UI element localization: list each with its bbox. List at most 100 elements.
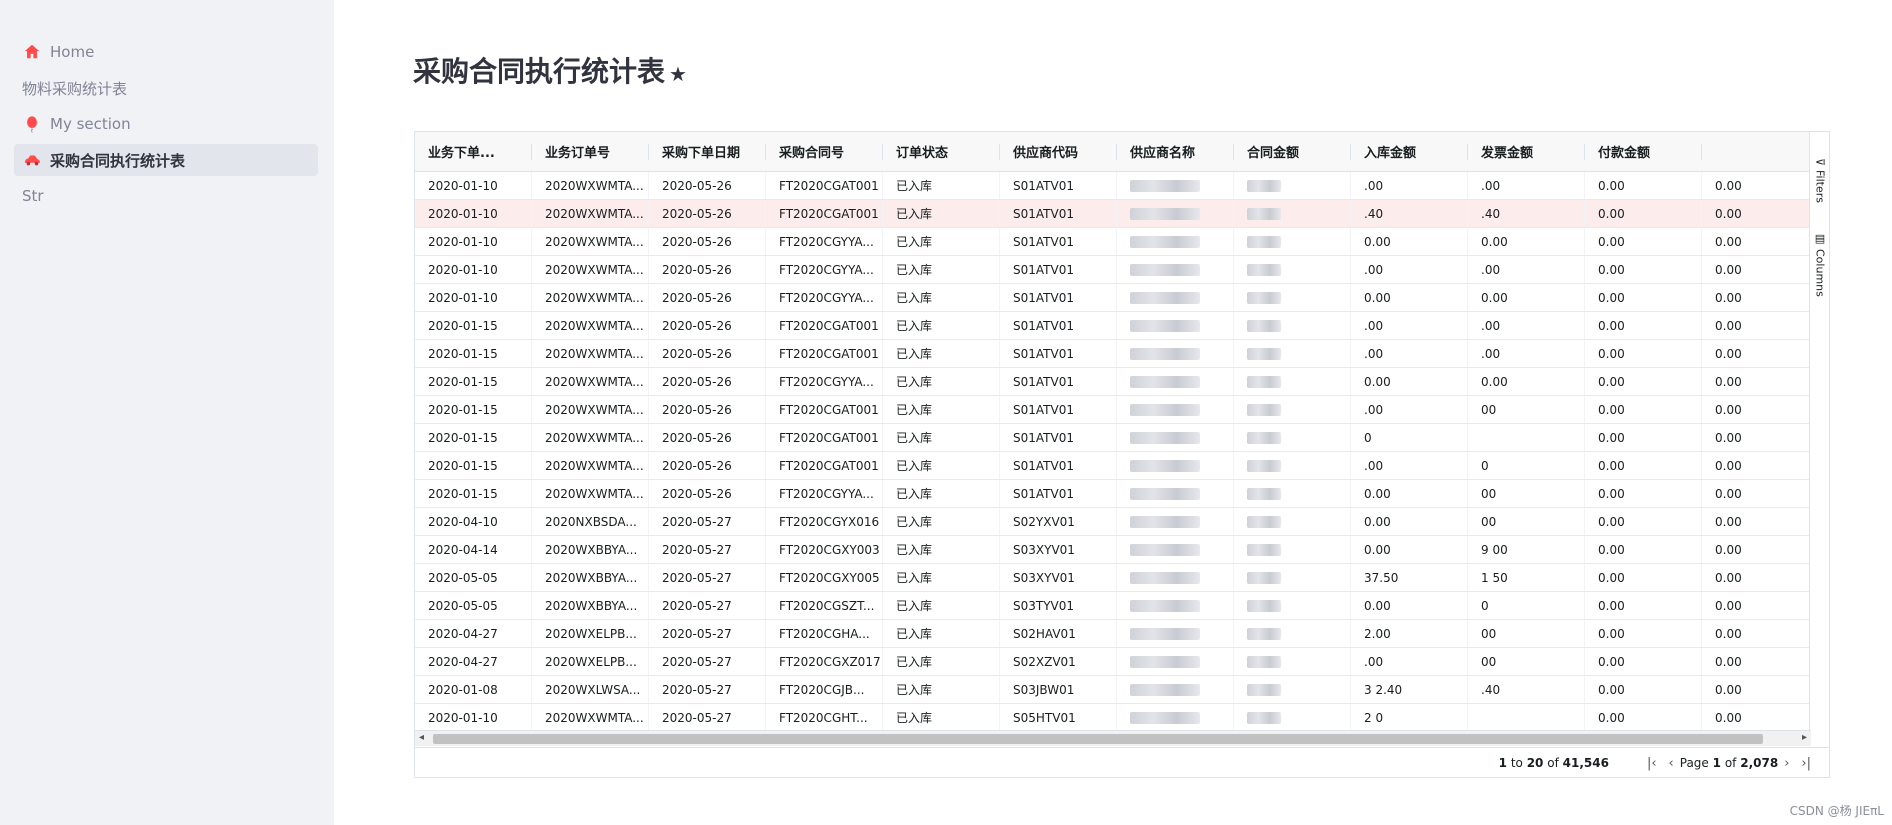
table-cell: 2020-05-27 xyxy=(649,592,766,619)
nav-item-material-purchase[interactable]: 物料采购统计表 xyxy=(14,72,318,104)
table-cell: 2020-01-10 xyxy=(415,256,532,283)
grid-body: 业务下单... 业务订单号 采购下单日期 采购合同号 订单状态 供应商代码 供应商名称 合同金… xyxy=(415,132,1811,730)
redacted-text xyxy=(1247,683,1281,696)
table-row[interactable]: 2020-01-15 2020WXWMTA... 2020-05-26 FT2020C… xyxy=(415,480,1811,508)
column-header[interactable] xyxy=(1702,132,1811,171)
columns-label: Columns xyxy=(1813,249,1827,297)
table-cell: 已入库 xyxy=(883,256,1000,283)
table-row[interactable]: 2020-01-15 2020WXWMTA... 2020-05-26 FT2020C… xyxy=(415,368,1811,396)
table-row[interactable]: 2020-01-15 2020WXWMTA... 2020-05-26 FT2020C… xyxy=(415,424,1811,452)
table-cell: 2020-01-15 xyxy=(415,396,532,423)
nav-item-label: 采购合同执行统计表 xyxy=(50,151,186,170)
table-row[interactable]: 2020-04-10 2020NXBSDA... 2020-05-27 FT2020C… xyxy=(415,508,1811,536)
table-cell: 0.00 xyxy=(1585,704,1702,730)
first-page-icon[interactable]: |‹ xyxy=(1647,756,1657,771)
table-cell: FT2020CGYX016 xyxy=(766,508,883,535)
table-cell: 0.00 xyxy=(1702,228,1811,255)
table-cell xyxy=(1234,452,1351,479)
table-cell: FT2020CGHA... xyxy=(766,620,883,647)
column-header[interactable]: 供应商名称 xyxy=(1117,132,1234,171)
table-cell xyxy=(1234,620,1351,647)
table-cell xyxy=(1234,396,1351,423)
column-header[interactable]: 采购下单日期 xyxy=(649,132,766,171)
table-row[interactable]: 2020-05-05 2020WXBBYA... 2020-05-27 FT2020C… xyxy=(415,564,1811,592)
table-cell: 已入库 xyxy=(883,536,1000,563)
table-cell: FT2020CGYYA... xyxy=(766,480,883,507)
column-header[interactable]: 入库金额 xyxy=(1351,132,1468,171)
table-cell xyxy=(1234,312,1351,339)
column-header[interactable]: 订单状态 xyxy=(883,132,1000,171)
table-cell: 2020-05-26 xyxy=(649,312,766,339)
nav-item-home[interactable]: Home xyxy=(14,36,318,68)
table-row[interactable]: 2020-01-10 2020WXWMTA... 2020-05-27 FT2020C… xyxy=(415,704,1811,730)
table-row[interactable]: 2020-01-10 2020WXWMTA... 2020-05-26 FT2020C… xyxy=(415,228,1811,256)
table-cell xyxy=(1117,340,1234,367)
table-row[interactable]: 2020-01-10 2020WXWMTA... 2020-05-26 FT2020C… xyxy=(415,284,1811,312)
table-cell: 2020WXWMTA... xyxy=(532,396,649,423)
table-row[interactable]: 2020-01-10 2020WXWMTA... 2020-05-26 FT2020C… xyxy=(415,172,1811,200)
table-row[interactable]: 2020-05-05 2020WXBBYA... 2020-05-27 FT2020C… xyxy=(415,592,1811,620)
table-cell: S02HAV01 xyxy=(1000,620,1117,647)
column-header[interactable]: 业务下单... xyxy=(415,132,532,171)
table-cell: .00 xyxy=(1468,312,1585,339)
next-page-icon[interactable]: › xyxy=(1784,756,1789,771)
table-cell: 2020-05-27 xyxy=(649,620,766,647)
table-cell: 0.00 xyxy=(1585,620,1702,647)
columns-tab[interactable]: ▤ Columns xyxy=(1812,232,1828,297)
scroll-left-icon[interactable]: ◂ xyxy=(419,732,424,743)
column-header[interactable]: 供应商代码 xyxy=(1000,132,1117,171)
table-cell: FT2020CGHT... xyxy=(766,704,883,730)
table-row[interactable]: 2020-01-15 2020WXWMTA... 2020-05-26 FT2020C… xyxy=(415,312,1811,340)
nav-item-my-section[interactable]: My section xyxy=(14,108,318,140)
redacted-text xyxy=(1247,403,1281,416)
table-cell: 2 0 xyxy=(1351,704,1468,730)
column-header[interactable]: 发票金额 xyxy=(1468,132,1585,171)
table-cell: FT2020CGAT001 xyxy=(766,200,883,227)
table-cell: 2020-01-15 xyxy=(415,480,532,507)
table-row[interactable]: 2020-01-15 2020WXWMTA... 2020-05-26 FT2020C… xyxy=(415,452,1811,480)
table-cell: 0.00 xyxy=(1468,228,1585,255)
table-cell: FT2020CGAT001 xyxy=(766,424,883,451)
table-row[interactable]: 2020-01-10 2020WXWMTA... 2020-05-26 FT2020C… xyxy=(415,200,1811,228)
table-cell: 0.00 xyxy=(1702,620,1811,647)
table-row[interactable]: 2020-04-27 2020WXELPB... 2020-05-27 FT2020C… xyxy=(415,620,1811,648)
table-cell: 2020-04-27 xyxy=(415,620,532,647)
table-cell: 已入库 xyxy=(883,648,1000,675)
table-cell: 00 xyxy=(1468,396,1585,423)
table-cell: 已入库 xyxy=(883,396,1000,423)
redacted-text xyxy=(1247,263,1281,276)
prev-page-icon[interactable]: ‹ xyxy=(1669,756,1674,771)
table-cell xyxy=(1117,676,1234,703)
table-cell: S01ATV01 xyxy=(1000,424,1117,451)
horizontal-scrollbar[interactable]: ◂ ▸ xyxy=(415,730,1811,746)
column-header[interactable]: 合同金额 xyxy=(1234,132,1351,171)
table-cell: .00 xyxy=(1468,340,1585,367)
scroll-right-icon[interactable]: ▸ xyxy=(1802,732,1807,743)
table-row[interactable]: 2020-04-27 2020WXELPB... 2020-05-27 FT2020C… xyxy=(415,648,1811,676)
table-cell: 2020-05-26 xyxy=(649,228,766,255)
nav-item-str[interactable]: Str xyxy=(14,180,318,212)
nav-item-contract-execution[interactable]: 采购合同执行统计表 xyxy=(14,144,318,176)
scrollbar-thumb[interactable] xyxy=(433,734,1763,744)
column-header[interactable]: 采购合同号 xyxy=(766,132,883,171)
table-cell: 2020-05-26 xyxy=(649,396,766,423)
last-page-icon[interactable]: ›| xyxy=(1801,756,1811,771)
table-cell xyxy=(1117,424,1234,451)
table-row[interactable]: 2020-01-15 2020WXWMTA... 2020-05-26 FT2020C… xyxy=(415,396,1811,424)
table-row[interactable]: 2020-04-14 2020WXBBYA... 2020-05-27 FT2020C… xyxy=(415,536,1811,564)
table-cell: 已入库 xyxy=(883,368,1000,395)
table-cell: 2020-05-26 xyxy=(649,172,766,199)
filters-tab[interactable]: ⊽ Filters xyxy=(1812,158,1828,203)
column-header[interactable]: 业务订单号 xyxy=(532,132,649,171)
table-row[interactable]: 2020-01-08 2020WXLWSA... 2020-05-27 FT2020C… xyxy=(415,676,1811,704)
table-cell: 已入库 xyxy=(883,172,1000,199)
table-cell: S03XYV01 xyxy=(1000,536,1117,563)
table-cell: .40 xyxy=(1468,200,1585,227)
table-cell: 2020-05-26 xyxy=(649,256,766,283)
table-cell: 2020WXWMTA... xyxy=(532,256,649,283)
table-row[interactable]: 2020-01-15 2020WXWMTA... 2020-05-26 FT2020C… xyxy=(415,340,1811,368)
table-row[interactable]: 2020-01-10 2020WXWMTA... 2020-05-26 FT2020C… xyxy=(415,256,1811,284)
column-header[interactable]: 付款金额 xyxy=(1585,132,1702,171)
table-cell: S02XZV01 xyxy=(1000,648,1117,675)
table-cell: 2020WXWMTA... xyxy=(532,480,649,507)
